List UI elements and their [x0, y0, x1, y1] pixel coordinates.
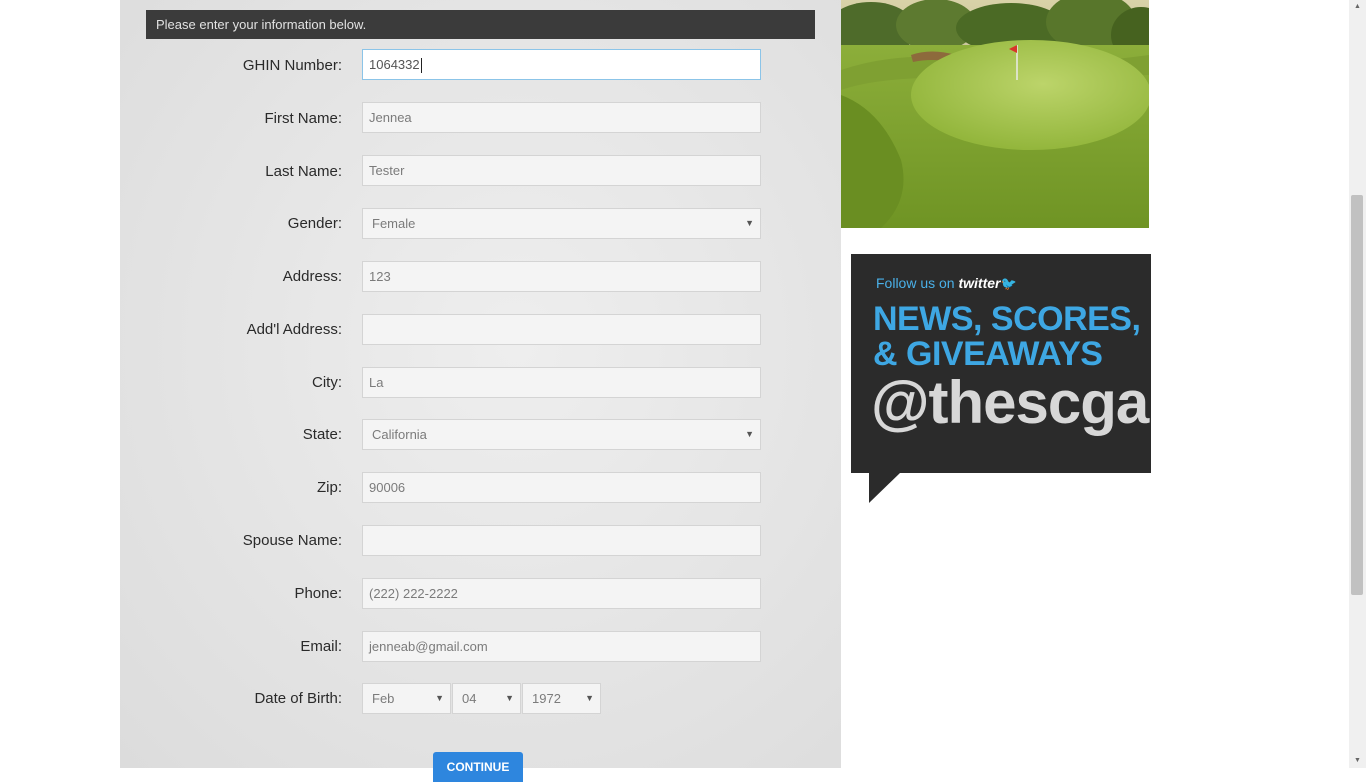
twitter-handle: @thescga [871, 369, 1149, 436]
dob-year-value: 1972 [532, 691, 561, 706]
headline-line-2: & GIVEAWAYS [873, 335, 1103, 373]
chevron-down-icon: ▼ [505, 693, 514, 703]
email-label: Email: [300, 638, 342, 655]
addl-address-label: Add'l Address: [246, 321, 342, 338]
golf-course-photo [841, 0, 1149, 228]
first-name-label: First Name: [264, 110, 342, 127]
chevron-down-icon: ▼ [745, 218, 754, 228]
city-value: La [369, 375, 384, 390]
text-cursor [420, 58, 422, 74]
twitter-wordmark: twitter [958, 275, 1001, 291]
city-input[interactable]: La [362, 367, 761, 398]
email-input[interactable]: jenneab@gmail.com [362, 631, 761, 662]
dob-month-value: Feb [372, 691, 395, 706]
form-header: Please enter your information below. [146, 10, 815, 39]
twitter-bird-icon: 🐦 [1000, 276, 1017, 291]
dob-day-value: 04 [462, 691, 477, 706]
phone-value: (222) 222-2222 [369, 586, 458, 601]
email-value: jenneab@gmail.com [369, 639, 488, 654]
dob-month-select[interactable]: Feb ▼ [362, 683, 451, 714]
state-select[interactable]: California ▼ [362, 419, 761, 450]
speech-bubble-tail [869, 473, 900, 503]
scrollbar-thumb[interactable] [1351, 195, 1363, 595]
gender-value: Female [372, 216, 416, 231]
chevron-down-icon: ▼ [745, 429, 754, 439]
headline-line-1: NEWS, SCORES, [873, 300, 1141, 338]
twitter-follow-text: Follow us on twitter🐦 [876, 275, 1017, 292]
first-name-value: Jennea [369, 110, 412, 125]
gender-label: Gender: [287, 215, 342, 232]
phone-input[interactable]: (222) 222-2222 [362, 578, 761, 609]
continue-button[interactable]: Continue [433, 752, 523, 782]
chevron-down-icon: ▼ [435, 693, 444, 703]
scroll-down-icon[interactable]: ▼ [1349, 754, 1366, 768]
spouse-name-label: Spouse Name: [242, 532, 342, 549]
address-label: Address: [282, 268, 342, 285]
dob-year-select[interactable]: 1972 ▼ [522, 683, 601, 714]
addl-address-input[interactable] [362, 314, 761, 345]
last-name-label: Last Name: [265, 163, 342, 180]
scroll-up-icon[interactable]: ▲ [1349, 0, 1366, 14]
spouse-name-input[interactable] [362, 525, 761, 556]
last-name-value: Tester [369, 163, 405, 178]
phone-label: Phone: [294, 585, 342, 602]
zip-input[interactable]: 90006 [362, 472, 761, 503]
last-name-input[interactable]: Tester [362, 155, 761, 186]
follow-us-text: Follow us on [876, 275, 955, 291]
gender-select[interactable]: Female ▼ [362, 208, 761, 239]
twitter-headline: NEWS, SCORES, & GIVEAWAYS [873, 300, 1141, 373]
dob-label: Date of Birth: [254, 690, 342, 707]
first-name-input[interactable]: Jennea [362, 102, 761, 133]
ghin-label: GHIN Number: [242, 57, 342, 74]
chevron-down-icon: ▼ [585, 693, 594, 703]
state-label: State: [302, 426, 342, 443]
state-value: California [372, 427, 427, 442]
vertical-scrollbar[interactable]: ▲ ▼ [1349, 0, 1366, 768]
city-label: City: [312, 374, 342, 391]
address-value: 123 [369, 269, 391, 284]
zip-label: Zip: [316, 479, 342, 496]
address-input[interactable]: 123 [362, 261, 761, 292]
ghin-value: 1064332 [369, 57, 420, 72]
dob-day-select[interactable]: 04 ▼ [452, 683, 521, 714]
ghin-number-input[interactable]: 1064332 [362, 49, 761, 80]
zip-value: 90006 [369, 480, 406, 495]
